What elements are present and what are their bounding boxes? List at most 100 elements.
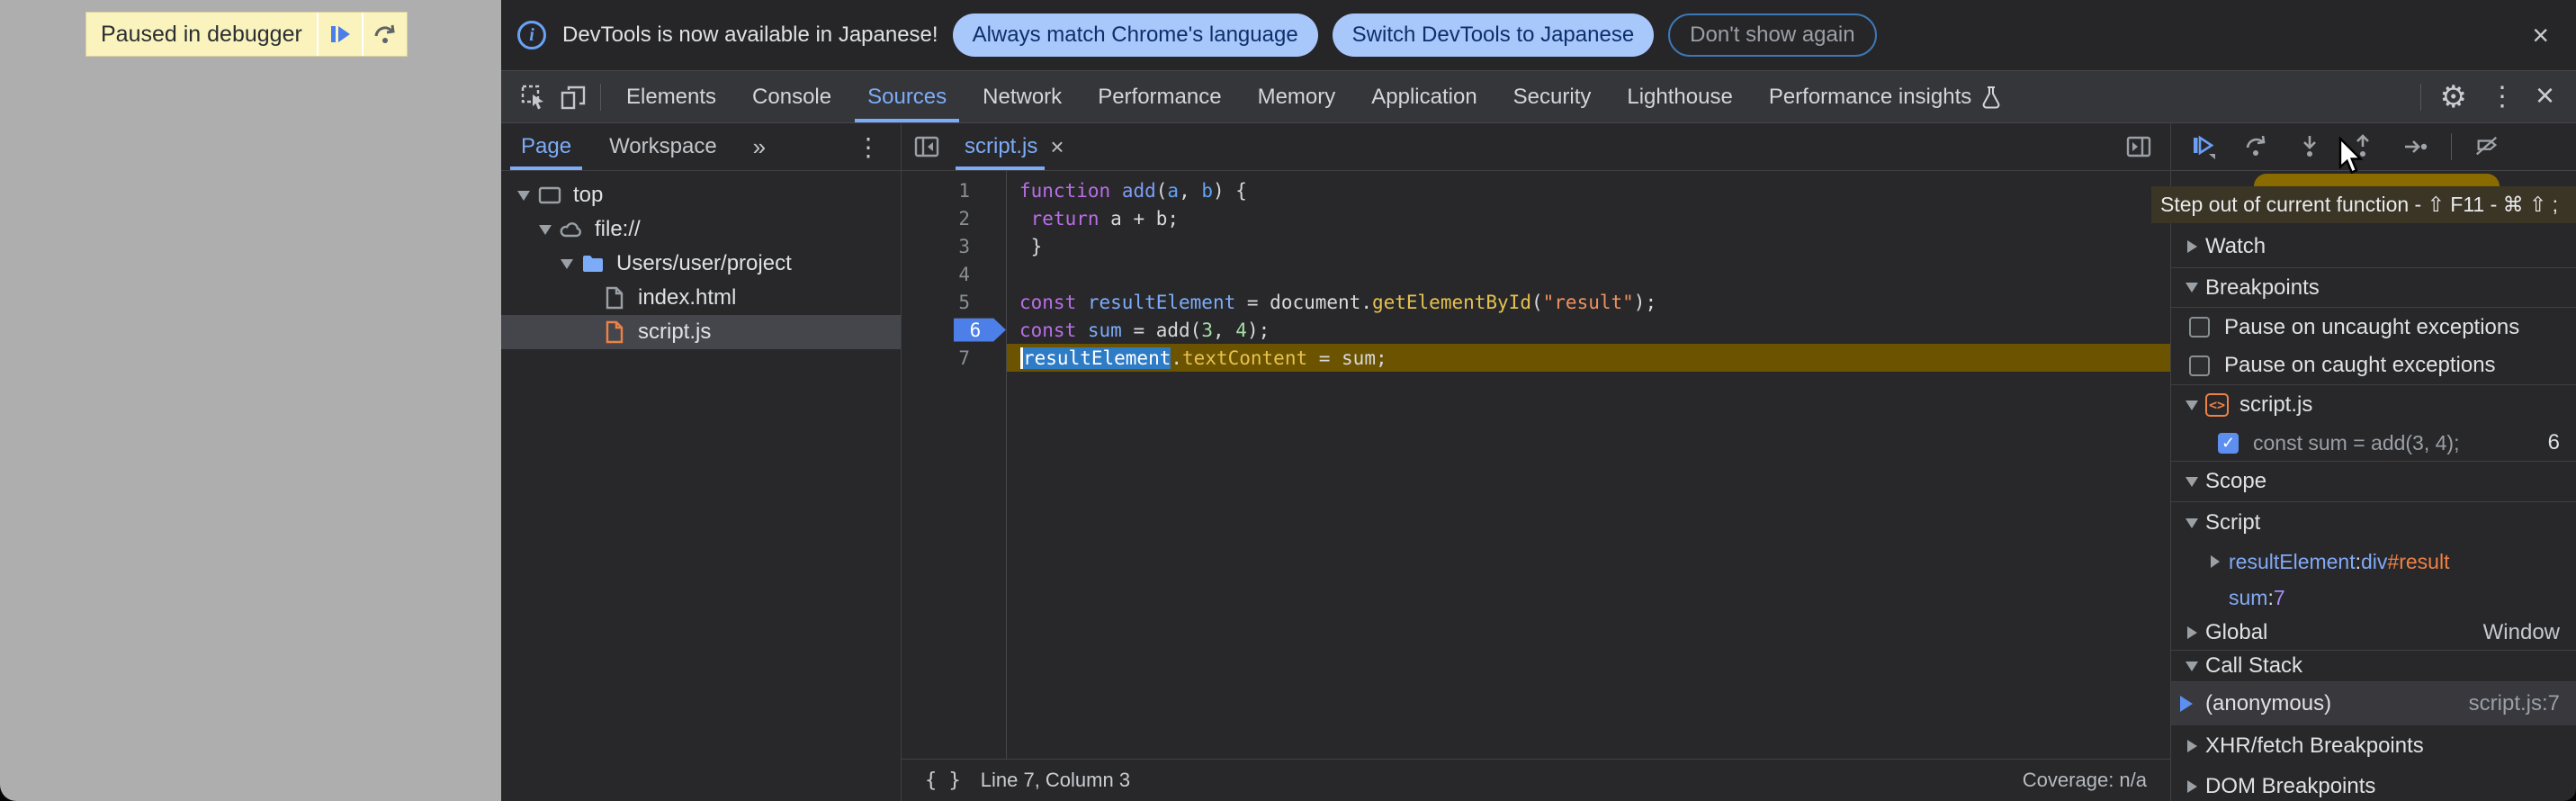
notification-close-icon[interactable]: × [2532, 21, 2549, 50]
breakpoint-badge[interactable]: 6 [954, 319, 1006, 342]
tree-item-file-[interactable]: file:// [501, 212, 901, 247]
tab-network[interactable]: Network [965, 71, 1080, 122]
tree-item-label: index.html [638, 285, 736, 310]
tab-page[interactable]: Page [514, 123, 579, 170]
expanded-arrow-icon [534, 225, 557, 235]
scope-label: Scope [2205, 469, 2266, 494]
folder-icon [579, 253, 607, 274]
step-button[interactable] [2403, 134, 2428, 159]
file-html-icon [600, 285, 629, 310]
section-scope[interactable]: Scope [2171, 461, 2576, 502]
tree-item-top[interactable]: top [501, 178, 901, 212]
cursor-position: Line 7, Column 3 [981, 769, 1130, 792]
code-line-text: return a + b; [1006, 204, 2170, 232]
switch-devtools-japanese-button[interactable]: Switch DevTools to Japanese [1333, 14, 1655, 57]
code-token: = sum; [1307, 347, 1387, 369]
resume-script-button[interactable] [317, 13, 362, 56]
deactivate-breakpoints-button[interactable] [2474, 134, 2500, 159]
tabbar-separator-right [2420, 84, 2421, 111]
toggle-navigator-icon[interactable] [902, 133, 952, 160]
expanded-arrow-icon [2186, 477, 2198, 487]
line-number-1[interactable]: 1 [902, 180, 1006, 202]
dont-show-again-button[interactable]: Don't show again [1668, 14, 1876, 57]
line-number-6[interactable]: 6 [902, 319, 1006, 342]
step-into-icon [2297, 134, 2322, 159]
code-editor[interactable]: 1function add(a, b) {2 return a + b;3 }4… [902, 171, 2170, 759]
pause-uncaught-label: Pause on uncaught exceptions [2224, 315, 2519, 340]
breakpoint-entry-row[interactable]: ✓ const sum = add(3, 4); 6 [2171, 425, 2576, 461]
scope-var-sum[interactable]: sum: 7 [2171, 580, 2576, 616]
tree-item-label: top [573, 183, 603, 208]
code-token: resultElement [1088, 292, 1235, 313]
code-line-7: 7resultElement.textContent = sum; [902, 344, 2170, 372]
scope-script-row[interactable]: Script [2171, 502, 2576, 544]
tab-elements[interactable]: Elements [608, 71, 734, 122]
pause-uncaught-checkbox[interactable] [2189, 317, 2210, 338]
more-tabs-chevrons-icon[interactable]: » [748, 133, 771, 161]
paused-banner-label: Paused in debugger [86, 13, 317, 56]
tab-label: Console [752, 85, 831, 110]
step-into-button[interactable] [2297, 134, 2322, 159]
tab-label: Lighthouse [1627, 85, 1732, 110]
section-breakpoints[interactable]: Breakpoints [2171, 268, 2576, 308]
step-over-button[interactable] [2244, 134, 2269, 159]
scope-var-resultElement[interactable]: resultElement: div#result [2171, 544, 2576, 580]
tab-application[interactable]: Application [1353, 71, 1494, 122]
scope-global-row[interactable]: Global Window [2171, 616, 2576, 650]
devtools-tabbar: ElementsConsoleSourcesNetworkPerformance… [501, 71, 2576, 123]
settings-gear-icon[interactable]: ⚙ [2428, 79, 2477, 115]
section-watch[interactable]: Watch [2171, 225, 2576, 268]
inspect-element-icon[interactable] [514, 79, 553, 115]
tab-console[interactable]: Console [734, 71, 849, 122]
tab-memory[interactable]: Memory [1240, 71, 1354, 122]
tabbar-separator [600, 84, 601, 111]
line-number-7[interactable]: 7 [902, 347, 1006, 369]
collapsed-arrow-icon [2187, 780, 2197, 793]
scope-variables: resultElement: div#resultsum: 7 [2171, 544, 2576, 616]
line-number-2[interactable]: 2 [902, 208, 1006, 230]
line-number-3[interactable]: 3 [902, 236, 1006, 257]
code-token [1019, 208, 1031, 230]
line-number-5[interactable]: 5 [902, 292, 1006, 313]
tab-workspace[interactable]: Workspace [602, 123, 724, 170]
breakpoint-checkbox[interactable]: ✓ [2218, 433, 2239, 454]
tab-lighthouse[interactable]: Lighthouse [1609, 71, 1750, 122]
devtools-close-icon[interactable]: × [2527, 76, 2563, 118]
section-xhr-breakpoints[interactable]: XHR/fetch Breakpoints [2171, 725, 2576, 766]
tab-sources[interactable]: Sources [849, 71, 965, 122]
line-number-4[interactable]: 4 [902, 264, 1006, 285]
code-token: b [1201, 180, 1213, 202]
more-options-kebab-icon[interactable]: ⋮ [2478, 81, 2527, 112]
scope-script-label: Script [2205, 510, 2260, 536]
code-token: . [1171, 347, 1182, 369]
expanded-arrow-icon [2186, 400, 2198, 410]
tree-item-index-html[interactable]: index.html [501, 281, 901, 315]
pretty-print-icon[interactable]: { } [925, 770, 961, 792]
always-match-language-button[interactable]: Always match Chrome's language [953, 14, 1318, 57]
tab-performance[interactable]: Performance [1080, 71, 1239, 122]
debugger-sidebar: Step out of current function - ⇧ F11 - ⌘… [2171, 123, 2576, 801]
tree-item-script-js[interactable]: script.js [501, 315, 901, 349]
file-tab-close-icon[interactable]: × [1050, 133, 1064, 161]
file-tab-scriptjs[interactable]: script.js × [952, 123, 1077, 170]
tab-security[interactable]: Security [1495, 71, 1610, 122]
navigator-kebab-icon[interactable]: ⋮ [848, 132, 888, 162]
screen: Paused in debugger i DevTools is now ava… [0, 0, 2576, 801]
toggle-sidebar-icon[interactable] [2107, 133, 2170, 160]
pause-caught-row[interactable]: Pause on caught exceptions [2171, 346, 2576, 385]
frame-location: script.js:7 [2469, 691, 2576, 716]
tree-item-label: file:// [595, 217, 641, 242]
pause-caught-checkbox[interactable] [2189, 356, 2210, 376]
breakpoint-group-row[interactable]: <> script.js [2171, 385, 2576, 425]
tree-item-users-user-project[interactable]: Users/user/project [501, 247, 901, 281]
resume-button[interactable] [2191, 134, 2216, 159]
section-dom-breakpoints[interactable]: DOM Breakpoints [2171, 766, 2576, 801]
device-toolbar-icon[interactable] [553, 79, 593, 115]
code-token: = document. [1235, 292, 1372, 313]
tab-performance-insights[interactable]: Performance insights [1751, 71, 2020, 122]
pause-uncaught-row[interactable]: Pause on uncaught exceptions [2171, 308, 2576, 346]
section-call-stack[interactable]: Call Stack [2171, 650, 2576, 682]
step-over-button-banner[interactable] [362, 13, 407, 56]
editor-tab-strip: script.js × [902, 123, 2170, 171]
call-stack-frame[interactable]: (anonymous) script.js:7 [2171, 682, 2576, 725]
